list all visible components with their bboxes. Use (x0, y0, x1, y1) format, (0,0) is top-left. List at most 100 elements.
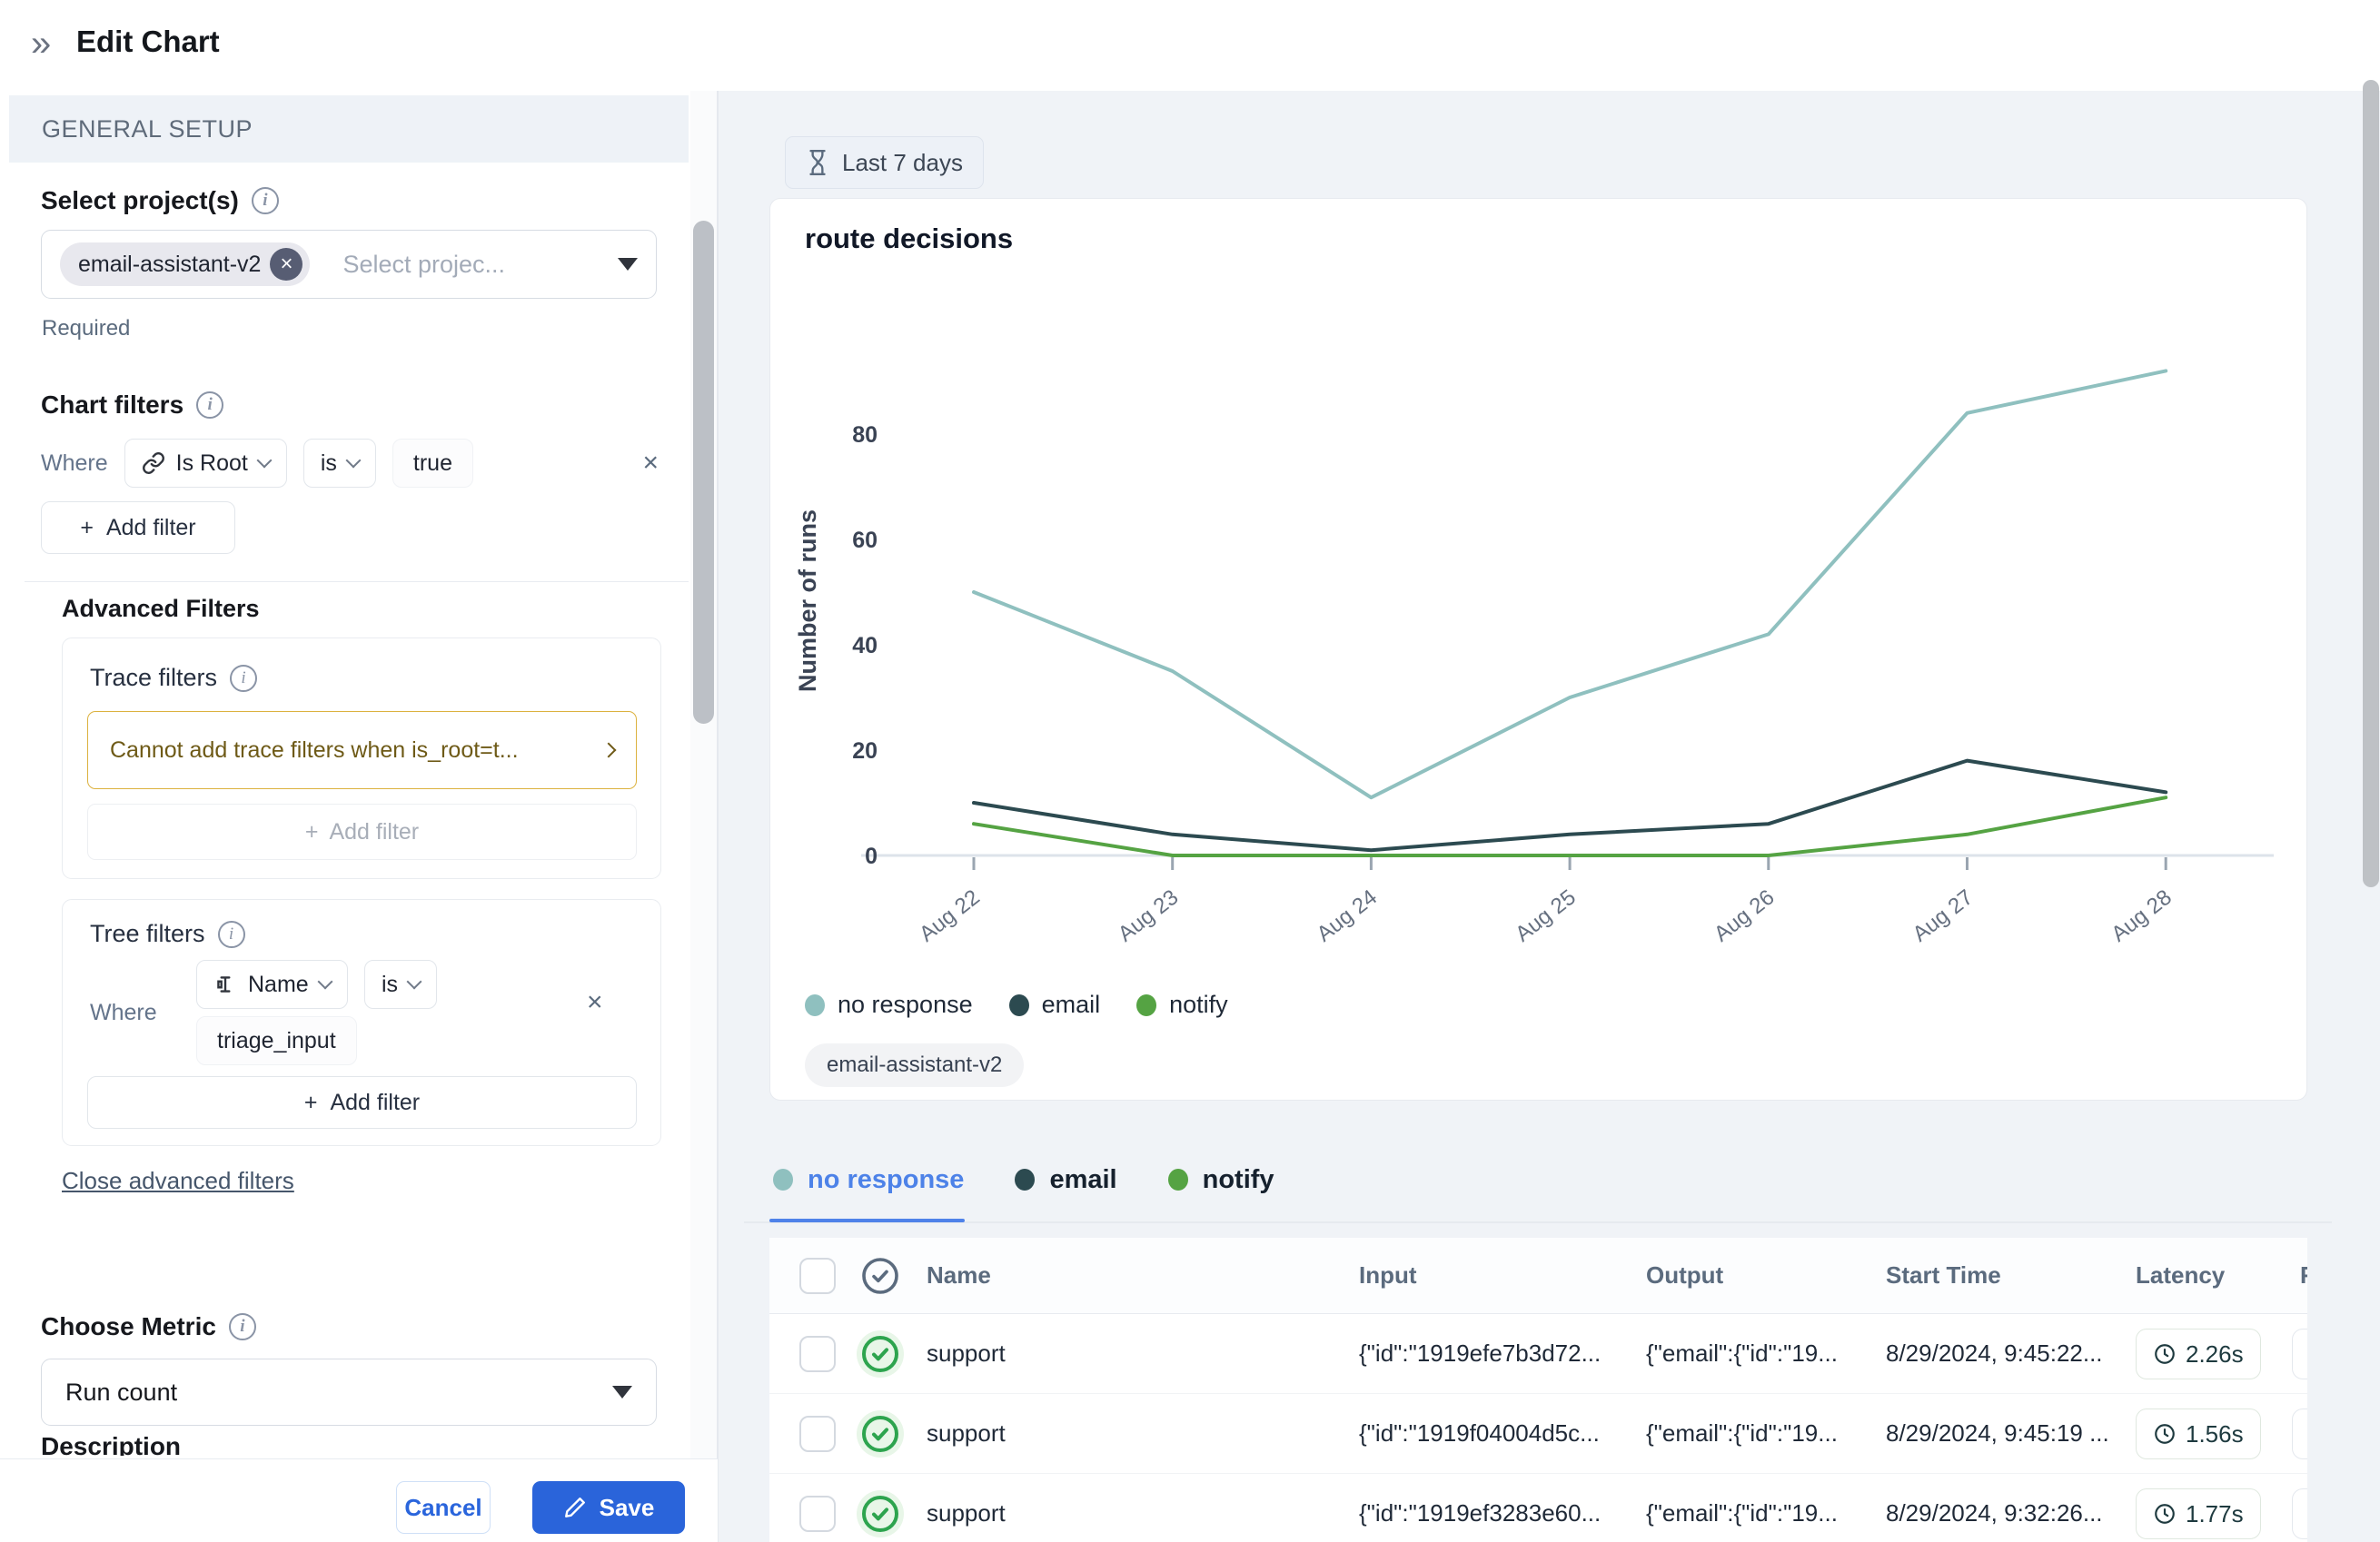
where-label: Where (90, 1000, 157, 1026)
collapse-panel-icon[interactable]: » (31, 22, 51, 65)
tab-notify[interactable]: notify (1168, 1165, 1274, 1195)
column-header-input[interactable]: Input (1359, 1261, 1417, 1290)
chevron-down-icon (256, 453, 272, 469)
column-header-latency[interactable]: Latency (2136, 1261, 2225, 1290)
chevron-down-icon (407, 974, 422, 990)
trace-filter-warning[interactable]: Cannot add trace filters when is_root=t.… (87, 711, 637, 789)
svg-text:Aug 25: Aug 25 (1511, 885, 1581, 946)
svg-text:Aug 27: Aug 27 (1909, 885, 1978, 946)
filter-operator-label: is (321, 450, 337, 477)
table-row[interactable]: support {"id":"1919efe7b3d72... {"email"… (769, 1314, 2307, 1394)
run-input[interactable]: {"id":"1919ef3283e60... (1359, 1499, 1631, 1527)
remove-project-icon[interactable]: × (270, 248, 302, 281)
legend-item[interactable]: no response (805, 991, 973, 1019)
filter-operator-button[interactable]: is (303, 439, 376, 488)
latency-value: 2.26s (2186, 1340, 2244, 1369)
svg-text:80: 80 (852, 422, 878, 448)
chevron-down-icon (317, 974, 332, 990)
column-header-name[interactable]: Name (927, 1261, 991, 1290)
info-icon[interactable]: i (218, 921, 245, 948)
filter-field-button[interactable]: Is Root (124, 439, 287, 488)
close-advanced-filters-link[interactable]: Close advanced filters (62, 1167, 294, 1195)
tab-email[interactable]: email (1015, 1165, 1116, 1195)
tab-no-response[interactable]: no response (773, 1165, 964, 1195)
advanced-filters-label: Advanced Filters (62, 595, 260, 623)
legend-label: no response (838, 991, 973, 1019)
tree-filter-operator-button[interactable]: is (364, 960, 437, 1009)
row-checkbox[interactable] (799, 1416, 836, 1452)
svg-text:Aug 28: Aug 28 (2107, 885, 2177, 946)
row-checkbox[interactable] (799, 1496, 836, 1532)
text-cursor-icon (213, 973, 237, 996)
save-button[interactable]: Save (532, 1481, 685, 1534)
divider (25, 581, 689, 582)
run-name[interactable]: support (927, 1419, 1006, 1448)
table-row[interactable]: support {"id":"1919ef3283e60... {"email"… (769, 1474, 2307, 1542)
required-note: Required (42, 316, 130, 341)
line-chart: 020406080Aug 22Aug 23Aug 24Aug 25Aug 26A… (770, 199, 2308, 1102)
legend-item[interactable]: email (1009, 991, 1101, 1019)
save-button-label: Save (600, 1494, 655, 1522)
info-icon[interactable]: i (230, 665, 257, 692)
chart-project-chip: email-assistant-v2 (805, 1043, 1024, 1087)
series-tabs: no response email notify (744, 1137, 1274, 1222)
add-filter-label: Add filter (329, 819, 419, 845)
table-row[interactable]: support {"id":"1919f04004d5c... {"email"… (769, 1394, 2307, 1474)
metric-select[interactable]: Run count (41, 1359, 657, 1426)
add-filter-label: Add filter (106, 515, 196, 541)
project-select-placeholder: Select projec... (342, 251, 505, 279)
tree-filter-value-chip[interactable]: triage_input (196, 1016, 357, 1065)
info-icon[interactable]: i (252, 187, 279, 214)
cancel-button[interactable]: Cancel (396, 1481, 491, 1534)
remove-tree-filter-icon[interactable]: × (587, 987, 603, 1018)
where-label: Where (41, 450, 108, 477)
clock-icon (2153, 1342, 2177, 1366)
svg-text:Aug 24: Aug 24 (1313, 885, 1383, 946)
run-input[interactable]: {"id":"1919f04004d5c... (1359, 1419, 1631, 1448)
latency-value: 1.56s (2186, 1420, 2244, 1448)
run-name[interactable]: support (927, 1499, 1006, 1527)
chart-card: route decisions Number of runs 020406080… (769, 198, 2307, 1101)
success-status-icon (857, 1330, 904, 1378)
top-header: » Edit Chart (0, 0, 2380, 91)
run-output[interactable]: {"email":{"id":"19... (1646, 1339, 1873, 1368)
filter-field-label: Is Root (176, 450, 248, 477)
add-tree-filter-button[interactable]: + Add filter (87, 1076, 637, 1129)
run-output[interactable]: {"email":{"id":"19... (1646, 1419, 1873, 1448)
trace-filters-card: Trace filters i Cannot add trace filters… (62, 638, 661, 879)
info-icon[interactable]: i (229, 1313, 256, 1340)
legend-item[interactable]: notify (1136, 991, 1228, 1019)
status-column-icon (857, 1252, 904, 1300)
tree-filter-operator-label: is (382, 972, 398, 998)
page-scrollbar-thumb[interactable] (2363, 80, 2379, 887)
add-trace-filter-button[interactable]: + Add filter (87, 804, 637, 860)
info-icon[interactable]: i (196, 391, 223, 419)
success-status-icon (857, 1490, 904, 1537)
run-output[interactable]: {"email":{"id":"19... (1646, 1499, 1873, 1527)
svg-text:0: 0 (865, 844, 878, 869)
pencil-icon (563, 1496, 587, 1519)
add-filter-label: Add filter (330, 1090, 420, 1116)
run-input[interactable]: {"id":"1919efe7b3d72... (1359, 1339, 1631, 1368)
chart-filters-label-text: Chart filters (41, 390, 183, 420)
row-checkbox[interactable] (799, 1336, 836, 1372)
remove-filter-icon[interactable]: × (642, 448, 659, 479)
metric-select-value: Run count (65, 1379, 177, 1407)
column-header-start-time[interactable]: Start Time (1886, 1261, 2001, 1290)
time-range-chip[interactable]: Last 7 days (785, 136, 984, 189)
clipped-next-section-label: Description (41, 1432, 181, 1456)
trace-filters-label-text: Trace filters (90, 664, 217, 692)
svg-text:Aug 26: Aug 26 (1710, 885, 1780, 946)
tree-filter-field-button[interactable]: Name (196, 960, 348, 1009)
left-panel-scrollbar-thumb[interactable] (693, 221, 714, 724)
project-multiselect[interactable]: email-assistant-v2 × Select projec... (41, 230, 657, 299)
link-icon (142, 451, 165, 475)
svg-text:40: 40 (852, 633, 878, 658)
clipped-cell-chip (2292, 1409, 2307, 1459)
add-chart-filter-button[interactable]: + Add filter (41, 501, 235, 554)
column-header-output[interactable]: Output (1646, 1261, 1723, 1290)
filter-value-chip[interactable]: true (392, 439, 473, 488)
tree-filters-label-text: Tree filters (90, 920, 205, 948)
select-all-checkbox[interactable] (799, 1258, 836, 1294)
run-name[interactable]: support (927, 1339, 1006, 1368)
